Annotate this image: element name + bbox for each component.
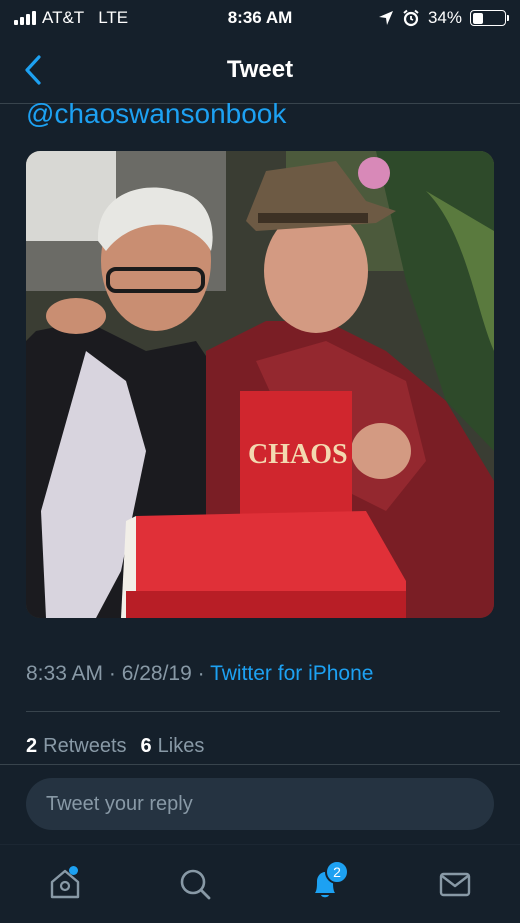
tweet-source-link[interactable]: Twitter for iPhone (210, 662, 373, 685)
reply-input[interactable]: Tweet your reply (26, 778, 494, 830)
tweet-stats: 2 Retweets 6 Likes (26, 735, 204, 758)
battery-fill (472, 12, 484, 24)
likes-stat[interactable]: 6 Likes (141, 735, 205, 758)
back-button[interactable] (18, 54, 48, 86)
battery-icon (470, 10, 509, 26)
retweets-count: 2 (26, 735, 38, 757)
tab-notifications[interactable]: 2 (295, 854, 355, 914)
tab-messages[interactable] (425, 854, 485, 914)
carrier-label: AT&T (42, 8, 85, 27)
battery-percent: 34% (427, 8, 462, 27)
reply-placeholder: Tweet your reply (46, 792, 193, 815)
notifications-badge: 2 (325, 860, 349, 884)
alarm-icon (403, 9, 419, 27)
tweet-timestamp: 8:33 AM · 6/28/19 · Twitter for iPhone (26, 662, 373, 686)
retweets-stat[interactable]: 2 Retweets (26, 735, 127, 758)
home-new-indicator (69, 866, 78, 875)
messages-icon (439, 872, 471, 897)
photo-book-title: CHAOS (248, 439, 348, 470)
clock: 8:36 AM (227, 8, 293, 27)
tab-bar: 2 (0, 844, 520, 923)
retweets-label: Retweets (43, 735, 127, 757)
page-title: Tweet (226, 55, 294, 83)
status-bar: AT&T LTE 8:36 AM 34% (0, 0, 520, 36)
tab-home[interactable] (35, 854, 95, 914)
chevron-left-icon (25, 55, 41, 85)
divider (26, 711, 500, 712)
search-icon (180, 869, 211, 900)
tweet-photo-image: CHAOS (26, 151, 494, 618)
network-label: LTE (98, 8, 129, 27)
likes-label: Likes (157, 735, 205, 757)
signal-strength-icon (14, 11, 36, 25)
handle-link[interactable]: @chaoswansonbook (26, 98, 286, 130)
likes-count: 6 (140, 735, 152, 757)
nav-bar: Tweet (0, 36, 520, 104)
tweet-time: 8:33 AM · 6/28/19 · (26, 662, 211, 685)
tweet-photo[interactable]: CHAOS (26, 151, 494, 618)
tab-search[interactable] (165, 854, 225, 914)
location-arrow-icon (378, 11, 393, 25)
